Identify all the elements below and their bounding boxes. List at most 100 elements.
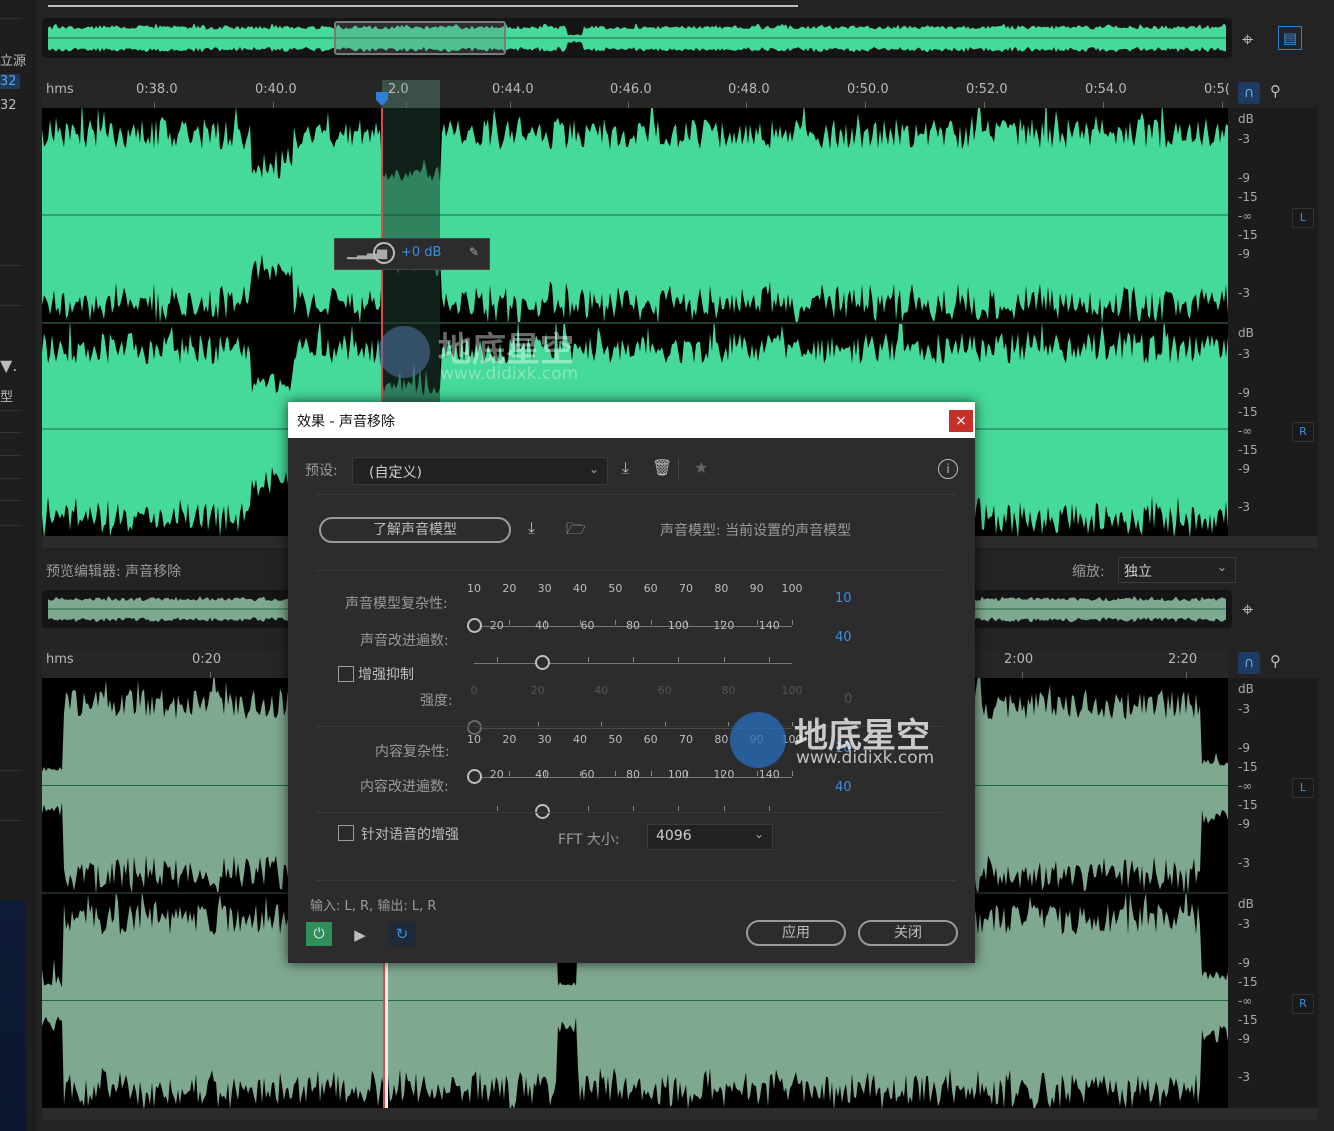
sound-refinement-passes-slider[interactable]: 20 40 60 80 100 120 140 (474, 619, 792, 670)
slider-knob[interactable] (535, 655, 551, 670)
ruler-tick-label: 0:52.0 (966, 82, 1008, 97)
learn-sound-model-button[interactable]: 了解声音模型 (319, 517, 511, 543)
slider-tick-label: 30 (537, 582, 552, 595)
preview-channel-left-button[interactable]: L (1292, 778, 1314, 798)
preview-editor-label: 预览编辑器: 声音移除 (46, 564, 182, 580)
slider-value: 0 (844, 692, 853, 707)
db-label: -15 (1238, 443, 1258, 457)
top-tab-underline (48, 5, 798, 7)
slider-tick-label: 70 (679, 582, 693, 595)
ruler-tick-label: 0:40.0 (255, 82, 297, 97)
delete-preset-icon[interactable]: 🗑 (652, 458, 672, 477)
slider-tick-mark (792, 620, 793, 625)
close-button[interactable]: 关闭 (858, 920, 958, 946)
enhance-suppression-checkbox[interactable] (338, 666, 354, 682)
close-icon[interactable]: × (949, 410, 973, 432)
db-label: -15 (1238, 760, 1258, 774)
db-scale-top: dB -3 -9 -15 -∞ -15 -9 -3 L dB -3 -9 -15… (1228, 108, 1318, 536)
top-overview-strip[interactable] (42, 18, 1232, 58)
spectral-view-icon[interactable]: ▤ (1278, 26, 1302, 50)
slider-tick-label: 20 (502, 733, 517, 746)
save-preset-icon[interactable]: ⤓ (622, 458, 629, 478)
preview-horizontal-scrollbar[interactable] (42, 1108, 1318, 1120)
slider-tick-label: 10 (467, 582, 481, 595)
headphones-icon[interactable]: ∩ (1238, 82, 1260, 104)
apply-button[interactable]: 应用 (746, 920, 846, 946)
waveform-channel-left (42, 108, 1228, 322)
slider-tick-mark (678, 657, 680, 662)
separator (316, 494, 956, 495)
slider-tick-label: 40 (573, 733, 587, 746)
slider-label: 强度: (420, 693, 453, 709)
db-label: -3 (1238, 856, 1250, 870)
ruler-unit: hms (46, 652, 74, 667)
gain-knob[interactable] (373, 242, 395, 264)
filter-icon[interactable]: ▼. (0, 356, 17, 375)
slider-tick-label: 80 (714, 733, 729, 746)
channel-divider (42, 322, 1228, 324)
db-label: -9 (1238, 171, 1250, 185)
db-label: -9 (1238, 956, 1250, 970)
preset-select[interactable]: (自定义) ⌄ (352, 457, 608, 485)
ruler-tick-label: 0:50.0 (847, 82, 889, 97)
pin-marker-icon[interactable]: ⚲ (1270, 82, 1281, 100)
slider-value: 40 (835, 780, 852, 795)
slider-tick-label: 100 (667, 619, 689, 632)
timeline-ruler[interactable]: hms 0:38.0 0:40.0 2.0 0:44.0 0:46.0 0:48.0 0:5… (42, 80, 1230, 109)
power-toggle-icon[interactable]: ⏻ (306, 922, 332, 946)
channel-left-button[interactable]: L (1292, 208, 1314, 228)
hud-gain-control[interactable]: ▁▂▃▅ +0 dB ✎ (334, 238, 490, 270)
toolbar-divider (678, 458, 679, 480)
db-label: dB (1238, 682, 1254, 696)
favorite-star-icon[interactable]: ★ (694, 458, 708, 477)
watermark-url: www.didixk.com (796, 748, 935, 768)
hud-pin-icon[interactable]: ✎ (469, 245, 479, 259)
channel-right-button[interactable]: R (1292, 422, 1314, 442)
open-folder-icon[interactable]: 🗁 (566, 518, 586, 545)
db-label: dB (1238, 897, 1254, 911)
ruler-tick-label: 0:44.0 (492, 82, 534, 97)
fft-size-select[interactable]: 4096 ⌄ (647, 824, 773, 850)
left-panel-type-label: 型 (0, 390, 14, 405)
save-model-icon[interactable]: ⤓ (528, 518, 535, 538)
slider-track[interactable] (474, 663, 792, 664)
chevron-down-icon: ⌄ (588, 462, 599, 476)
play-preview-icon[interactable]: ▶ (350, 923, 370, 947)
dialog-title: 效果 - 声音移除 (297, 414, 395, 430)
slider-tick-mark (769, 657, 771, 662)
left-panel-item[interactable]: 32 (0, 98, 17, 113)
slider-tick-label: 10 (467, 733, 481, 746)
enhance-suppression-label: 增强抑制 (358, 667, 414, 683)
slider-label: 内容复杂性: (375, 744, 450, 760)
ruler-tick-label: 0:48.0 (728, 82, 770, 97)
slider-tick-mark (496, 657, 498, 662)
slider-label: 声音改进遍数: (360, 633, 449, 649)
separator (316, 570, 942, 571)
chevron-down-icon: ⌄ (1216, 560, 1227, 574)
loop-preview-icon[interactable]: ↻ (388, 922, 416, 946)
left-panel-strip: 立源 32 32 ▼. 型 (0, 0, 36, 1131)
zoom-select[interactable]: 独立 ⌄ (1118, 557, 1236, 583)
fft-size-value: 4096 (656, 828, 692, 844)
left-panel-item-selected[interactable]: 32 (0, 74, 20, 89)
slider-tick-label: 40 (573, 582, 587, 595)
info-icon[interactable]: i (938, 459, 958, 479)
speech-enhance-checkbox[interactable] (338, 825, 354, 841)
slider-tick-mark (678, 806, 680, 811)
preview-zoom-fit-icon[interactable]: ⌖ (1242, 597, 1253, 621)
zoom-fit-icon[interactable]: ⌖ (1242, 27, 1253, 51)
db-label: -9 (1238, 386, 1250, 400)
preview-channel-right-button[interactable]: R (1292, 994, 1314, 1014)
preview-pin-marker-icon[interactable]: ⚲ (1270, 652, 1281, 670)
slider-label: 声音模型复杂性: (345, 596, 448, 612)
dialog-title-bar[interactable]: 效果 - 声音移除 × (288, 402, 975, 438)
db-label: -3 (1238, 347, 1250, 361)
overview-selection-window[interactable] (334, 21, 506, 55)
db-label: -∞ (1238, 994, 1253, 1008)
preview-headphones-icon[interactable]: ∩ (1238, 652, 1260, 674)
slider-tick-label: 40 (535, 619, 550, 632)
db-label: -9 (1238, 462, 1250, 476)
slider-tick-mark (633, 806, 634, 811)
ruler-tick-label: 0:46.0 (610, 82, 652, 97)
content-refinement-passes-slider[interactable]: 20 40 60 80 100 120 140 (474, 768, 792, 819)
